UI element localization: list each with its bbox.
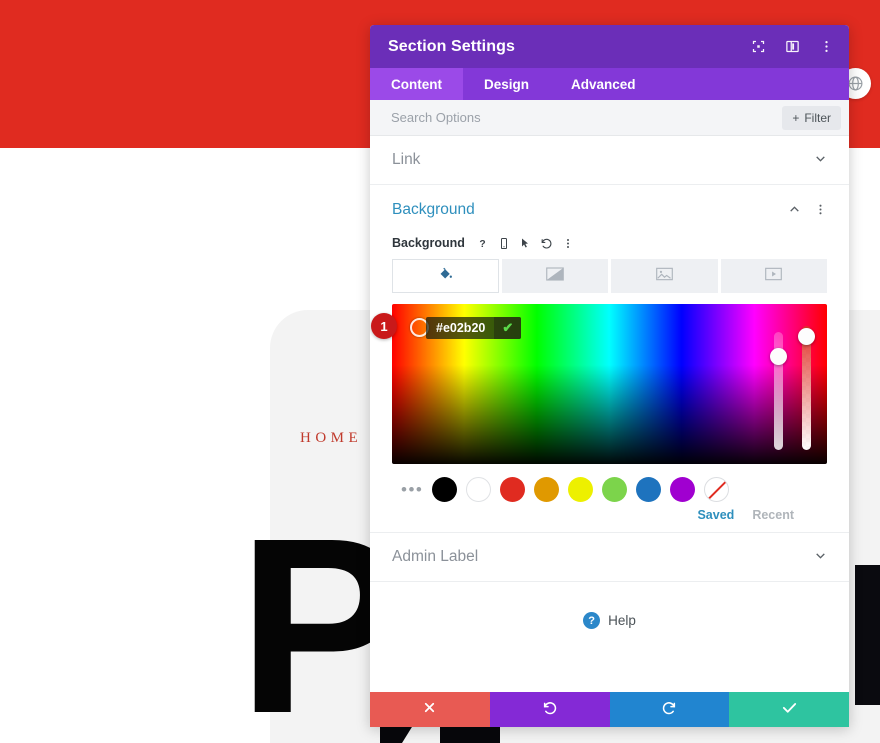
site-black-block xyxy=(855,565,880,705)
tab-content[interactable]: Content xyxy=(370,68,463,100)
more-vertical-icon[interactable] xyxy=(562,237,574,250)
modal-action-bar xyxy=(370,692,849,727)
gradient-icon xyxy=(545,266,564,286)
color-picker: 1 #e02b20 ✔ xyxy=(371,304,827,464)
cursor-hover-icon[interactable] xyxy=(519,237,531,250)
modal-body: Link Background Background ? 1 #e02b20 ✔… xyxy=(370,136,849,692)
section-admin-label-label: Admin Label xyxy=(392,548,479,565)
check-icon[interactable]: ✔ xyxy=(494,317,522,339)
cancel-button[interactable] xyxy=(370,692,490,727)
search-row: + Filter xyxy=(370,100,849,136)
palette-tab-group: Saved Recent xyxy=(392,508,827,532)
step-badge-1: 1 xyxy=(371,313,397,339)
swatch-transparent[interactable] xyxy=(704,477,729,502)
modal-tab-bar: Content Design Advanced xyxy=(370,68,849,100)
swatch-black[interactable] xyxy=(432,477,457,502)
section-link[interactable]: Link xyxy=(370,136,849,185)
chevron-down-icon xyxy=(814,152,827,168)
swatch-yellow[interactable] xyxy=(568,477,593,502)
help-question-icon: ? xyxy=(583,612,601,629)
background-image-tab[interactable] xyxy=(611,259,718,293)
page-root: HOME P Section Settings Content Design A… xyxy=(0,0,880,743)
undo-icon xyxy=(542,700,558,720)
chevron-down-icon xyxy=(814,549,827,565)
background-type-tabs xyxy=(392,259,827,293)
more-vertical-icon[interactable] xyxy=(814,203,827,216)
help-label: Help xyxy=(608,613,636,628)
redo-button[interactable] xyxy=(609,692,730,727)
hue-slider[interactable] xyxy=(770,332,787,450)
paint-bucket-icon xyxy=(437,265,454,287)
section-settings-modal: Section Settings Content Design Advanced… xyxy=(370,25,849,727)
swatch-orange[interactable] xyxy=(534,477,559,502)
background-gradient-tab[interactable] xyxy=(501,259,608,293)
image-icon xyxy=(655,267,673,286)
swatch-blue[interactable] xyxy=(636,477,661,502)
tab-advanced[interactable]: Advanced xyxy=(550,68,657,100)
section-admin-label[interactable]: Admin Label xyxy=(370,533,849,582)
plus-icon: + xyxy=(792,110,800,125)
color-swatch-row: ••• xyxy=(392,477,827,502)
layout-panel-icon[interactable] xyxy=(784,38,801,55)
chevron-up-icon[interactable] xyxy=(788,203,801,216)
reset-undo-icon[interactable] xyxy=(540,237,553,250)
section-background-header-icons xyxy=(788,203,827,216)
swatch-red[interactable] xyxy=(500,477,525,502)
filter-button[interactable]: + Filter xyxy=(782,105,841,130)
redo-icon xyxy=(661,700,677,720)
hue-slider-knob[interactable] xyxy=(770,348,787,365)
more-vertical-icon[interactable] xyxy=(818,38,835,55)
palette-tab-saved[interactable]: Saved xyxy=(697,508,734,522)
palette-tab-recent[interactable]: Recent xyxy=(752,508,794,522)
filter-button-label: Filter xyxy=(804,110,831,125)
swatch-green[interactable] xyxy=(602,477,627,502)
background-video-tab[interactable] xyxy=(720,259,827,293)
check-icon xyxy=(781,699,798,720)
undo-button[interactable] xyxy=(489,692,610,727)
section-link-label: Link xyxy=(392,151,421,168)
svg-text:?: ? xyxy=(479,238,485,249)
video-icon xyxy=(765,267,783,286)
section-background-title: Background xyxy=(392,200,475,218)
titlebar-icon-group xyxy=(750,38,835,55)
background-color-tab[interactable] xyxy=(392,259,499,293)
site-nav-home[interactable]: HOME xyxy=(300,430,362,447)
section-background-header[interactable]: Background xyxy=(392,185,827,234)
more-swatches-button[interactable]: ••• xyxy=(392,480,432,500)
opacity-slider-knob[interactable] xyxy=(798,328,815,345)
background-field-row: Background ? xyxy=(392,236,827,250)
modal-title: Section Settings xyxy=(388,37,515,55)
help-question-icon[interactable]: ? xyxy=(476,237,489,250)
tab-design[interactable]: Design xyxy=(463,68,550,100)
hex-input[interactable]: #e02b20 xyxy=(426,321,494,335)
close-x-icon xyxy=(422,700,437,719)
expand-icon[interactable] xyxy=(750,38,767,55)
modal-titlebar: Section Settings xyxy=(370,25,849,68)
search-input[interactable] xyxy=(391,110,783,125)
mobile-device-icon[interactable] xyxy=(498,237,510,250)
opacity-slider[interactable] xyxy=(798,326,815,450)
swatch-white[interactable] xyxy=(466,477,491,502)
background-field-label: Background xyxy=(392,236,465,250)
swatch-purple[interactable] xyxy=(670,477,695,502)
hex-input-group: #e02b20 ✔ xyxy=(426,317,522,339)
section-background: Background Background ? 1 #e02b20 ✔ ••• … xyxy=(370,185,849,532)
save-button[interactable] xyxy=(729,692,849,727)
help-link[interactable]: ? Help xyxy=(370,582,849,659)
